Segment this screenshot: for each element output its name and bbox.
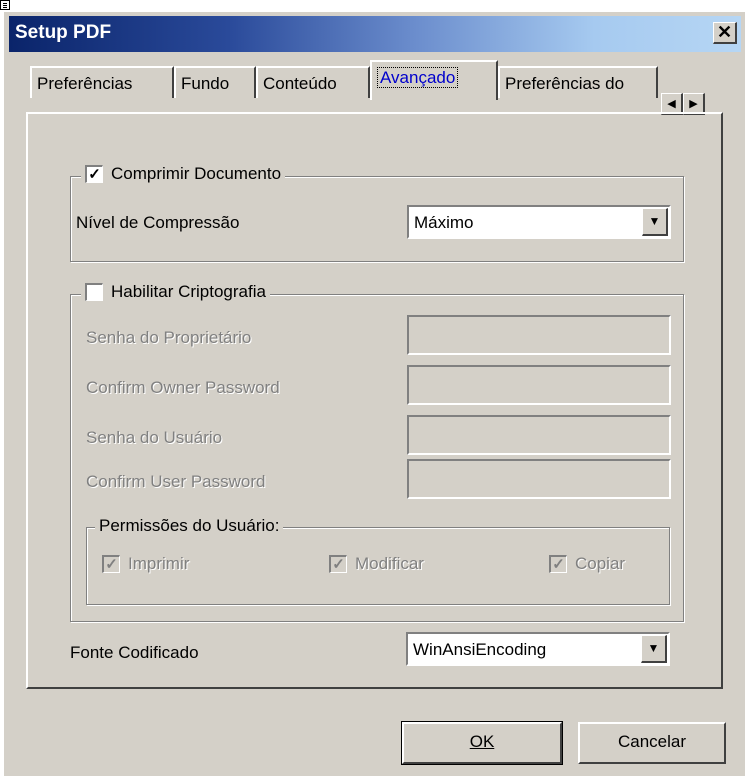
user-password-label: Senha do Usuário [86,428,223,447]
font-encoding-select[interactable]: WinAnsiEncoding ▼ [406,632,670,666]
permissions-title: Permissões do Usuário: [99,516,280,535]
chevron-down-icon[interactable]: ▼ [642,208,668,236]
permissions-group: Permissões do Usuário: ✓ Imprimir ✓ Modi… [86,516,670,605]
compression-level-value: Máximo [414,213,474,232]
permission-print[interactable]: ✓ Imprimir [102,554,189,574]
compress-document-checkbox[interactable]: ✓ [85,165,103,183]
copy-label: Copiar [575,554,626,573]
modify-checkbox[interactable]: ✓ [329,555,347,573]
copy-checkbox[interactable]: ✓ [549,555,567,573]
close-button[interactable]: ✕ [713,22,737,44]
title-bar[interactable]: Setup PDF ✕ [9,16,741,52]
tab-panel-avancado: ✓ Comprimir Documento Nível de Compressã… [26,112,723,689]
font-encoding-label: Fonte Codificado [70,643,199,662]
confirm-user-password-field[interactable] [407,459,671,499]
cancel-button[interactable]: Cancelar [578,722,726,764]
font-encoding-value: WinAnsiEncoding [413,640,547,659]
chevron-down-icon[interactable]: ▼ [641,635,667,663]
tab-conteudo[interactable]: Conteúdo [256,66,370,98]
encryption-group: Habilitar Criptografia Senha do Propriet… [70,282,684,622]
permissions-legend: Permissões do Usuário: [95,516,284,536]
permission-modify[interactable]: ✓ Modificar [329,554,424,574]
owner-password-field[interactable] [407,315,671,355]
check-icon: ✓ [105,556,118,573]
permission-copy[interactable]: ✓ Copiar [549,554,625,574]
enable-encryption-label: Habilitar Criptografia [111,282,266,301]
owner-password-label: Senha do Proprietário [86,328,252,347]
modify-label: Modificar [355,554,424,573]
ok-button[interactable]: OK [401,721,563,765]
tab-avancado[interactable]: Avançado [370,60,498,100]
compression-legend: ✓ Comprimir Documento [81,164,286,184]
compress-document-label: Comprimir Documento [111,164,282,183]
confirm-user-password-label: Confirm User Password [86,472,266,491]
system-menu-icon [0,0,10,10]
compression-level-select[interactable]: Máximo ▼ [407,205,671,239]
tab-preferencias-do[interactable]: Preferências do [498,66,658,98]
tab-fundo[interactable]: Fundo [174,66,256,98]
print-label: Imprimir [128,554,190,573]
user-password-field[interactable] [407,415,671,455]
window-title: Setup PDF [15,22,112,43]
compression-group: ✓ Comprimir Documento Nível de Compressã… [70,164,684,262]
encryption-legend: Habilitar Criptografia [81,282,270,302]
print-checkbox[interactable]: ✓ [102,555,120,573]
tab-preferencias[interactable]: Preferências [30,66,174,98]
compression-level-label: Nível de Compressão [76,213,240,232]
check-icon: ✓ [552,556,565,573]
confirm-owner-password-field[interactable] [407,365,671,405]
check-icon: ✓ [332,556,345,573]
close-icon: ✕ [716,22,733,42]
confirm-owner-password-label: Confirm Owner Password [86,378,280,397]
enable-encryption-checkbox[interactable] [85,283,103,301]
check-icon: ✓ [88,166,101,183]
